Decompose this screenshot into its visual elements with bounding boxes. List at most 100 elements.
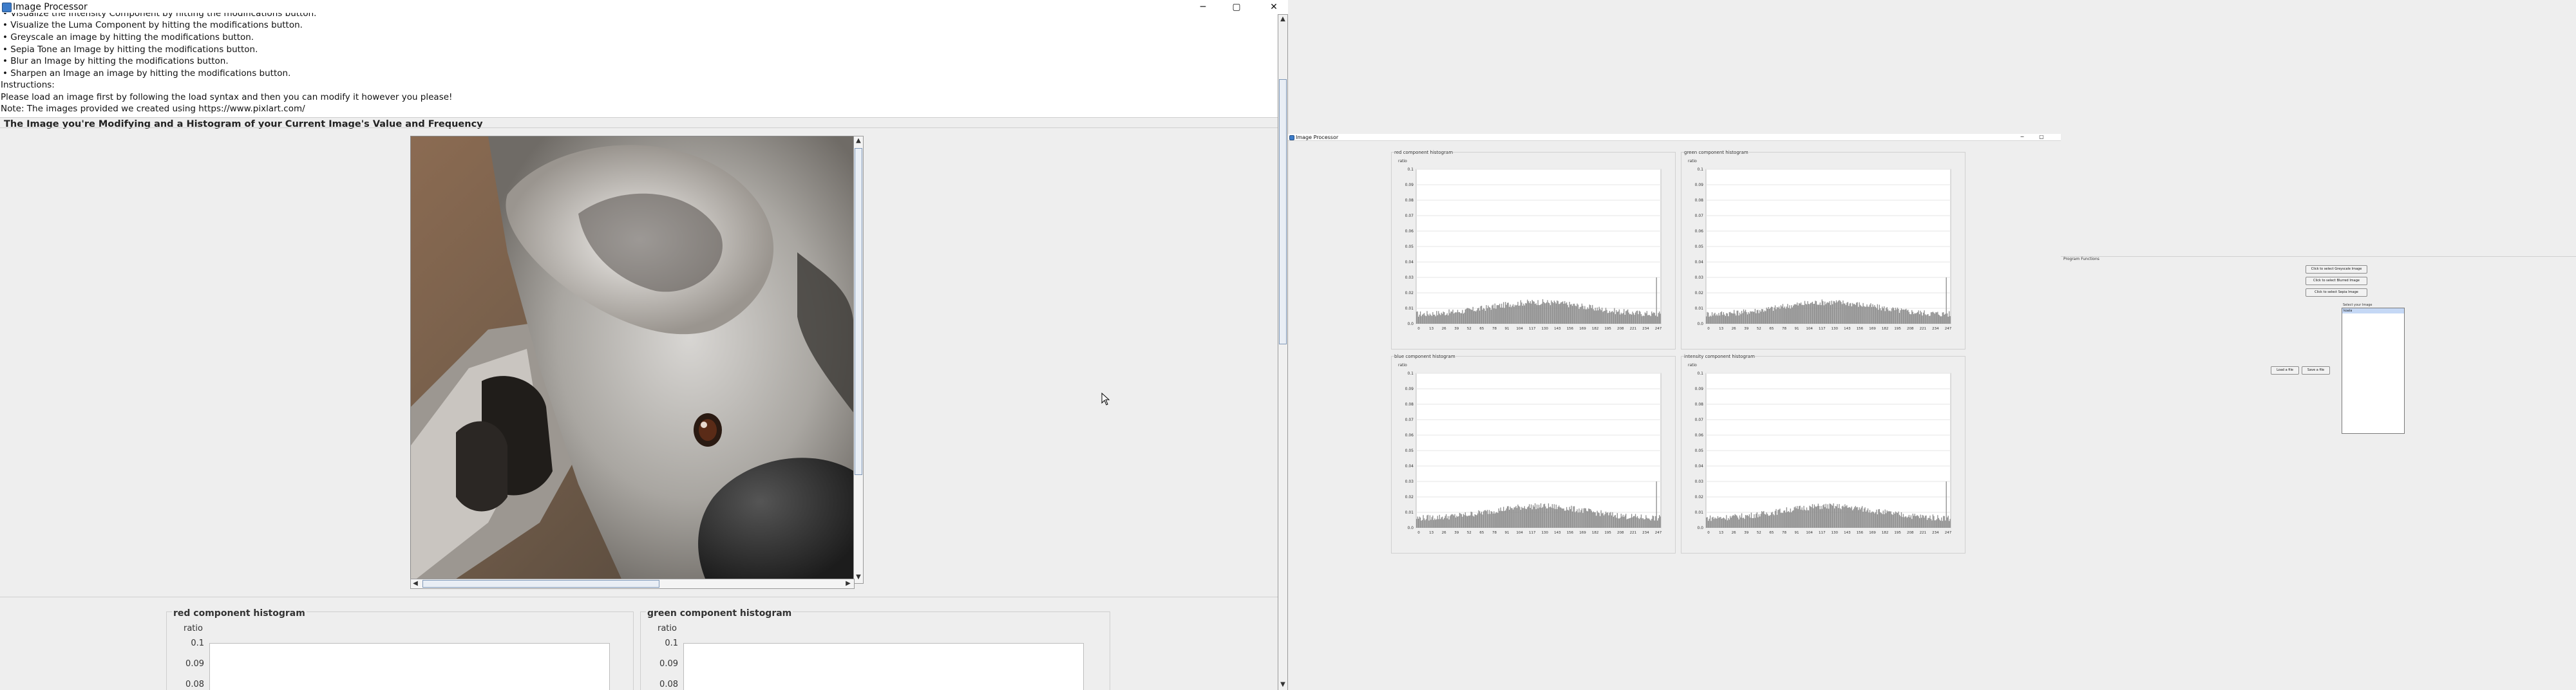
x-tick-label: 208: [1907, 531, 1914, 535]
histogram-bar: [1594, 512, 1595, 528]
histogram-bar: [1468, 516, 1470, 528]
main-scroll-up-icon[interactable]: ▲: [1278, 15, 1287, 24]
image-list-item-selected[interactable]: koala: [2342, 308, 2404, 313]
histogram-bar: [1922, 515, 1924, 528]
x-tick-label: 221: [1630, 327, 1637, 331]
histogram-bar: [1946, 277, 1947, 324]
scroll-right-icon[interactable]: ▶: [844, 579, 853, 588]
x-tick-label: 208: [1617, 327, 1624, 331]
load-file-button[interactable]: Load a file: [2271, 366, 2299, 375]
y-tick-label: 0.0: [1407, 322, 1414, 326]
histogram-bar: [1897, 307, 1899, 324]
secondary-title-bar[interactable]: Image Processor ─ ▢: [1288, 134, 2061, 141]
secondary-minimize-button[interactable]: ─: [2016, 134, 2029, 140]
histogram-bar: [1656, 277, 1657, 324]
histogram-bar: [1501, 510, 1502, 528]
histogram-bar: [1649, 315, 1651, 324]
main-vertical-scrollbar[interactable]: ▲ ▼: [1278, 14, 1288, 690]
horizontal-scroll-thumb[interactable]: [422, 580, 659, 588]
histogram-bar: [1426, 311, 1428, 324]
histogram-bar: [1569, 508, 1571, 528]
x-tick-label: 208: [1617, 531, 1624, 535]
blur-button[interactable]: Click to select Blurred Image: [2306, 277, 2367, 285]
x-tick-label: 234: [1932, 327, 1939, 331]
histogram-bar: [1718, 518, 1719, 528]
histogram-bar: [1656, 481, 1657, 528]
histogram-bar: [1605, 308, 1607, 324]
histogram-bar: [1606, 310, 1607, 324]
histogram-bar: [1949, 519, 1951, 528]
histogram-bar: [1584, 508, 1586, 528]
histogram-bar: [1723, 518, 1725, 528]
histogram-bar: [1877, 304, 1878, 324]
histogram-bar: [1459, 312, 1461, 324]
histogram-bar: [1497, 513, 1499, 528]
scroll-down-icon[interactable]: ▼: [854, 573, 863, 582]
minimize-button[interactable]: ─: [1189, 1, 1217, 14]
histogram-bar: [1607, 313, 1609, 324]
histogram-bar: [1575, 511, 1577, 528]
save-file-button[interactable]: Save a file: [2302, 366, 2330, 375]
histogram-bar: [1939, 519, 1940, 528]
histogram-bar: [1815, 507, 1817, 528]
histogram-bar: [1529, 303, 1530, 324]
histogram-bar: [1539, 305, 1540, 324]
histogram-bar: [1935, 312, 1937, 324]
histogram-bar: [1871, 512, 1873, 528]
close-button[interactable]: ✕: [1260, 1, 1288, 14]
histogram-bar: [1439, 514, 1440, 528]
x-tick-label: 234: [1642, 327, 1649, 331]
histogram-bar: [1909, 517, 1911, 528]
maximize-button[interactable]: ▢: [1222, 1, 1251, 14]
histogram-bar: [1477, 513, 1479, 528]
x-tick-label: 91: [1505, 531, 1510, 535]
y-tick-label: 0.07: [1405, 418, 1414, 422]
main-scroll-down-icon[interactable]: ▼: [1278, 680, 1287, 689]
histogram-bar: [1490, 310, 1492, 324]
image-scroll-panel[interactable]: [410, 136, 855, 584]
histogram-bar: [1602, 513, 1604, 528]
histogram-bar: [1495, 308, 1497, 324]
histogram-bar: [1947, 516, 1949, 528]
histogram-bar: [1595, 512, 1596, 528]
histogram-bar: [1893, 308, 1895, 324]
main-vertical-scroll-thumb[interactable]: [1279, 79, 1287, 344]
image-list[interactable]: koala: [2342, 308, 2405, 434]
histogram-bar: [1560, 302, 1562, 324]
histogram-bar: [1741, 310, 1743, 324]
histogram-bar: [1462, 516, 1463, 528]
histogram-bar: [1722, 315, 1723, 324]
histogram-bar: [1567, 304, 1568, 324]
histogram-bar: [1933, 516, 1935, 528]
y-tick-label: 0.04: [1405, 464, 1414, 469]
histogram-bar: [1761, 511, 1763, 528]
vertical-scroll-thumb[interactable]: [855, 148, 862, 475]
histogram-bar: [1458, 516, 1459, 528]
y-tick-label: 0.07: [1695, 418, 1704, 422]
histogram-bar: [1575, 306, 1577, 324]
x-tick-label: 117: [1529, 327, 1536, 331]
histogram-bar: [1728, 519, 1730, 528]
greyscale-button[interactable]: Click to select Greyscale Image: [2306, 265, 2367, 274]
histogram-bar: [1790, 508, 1791, 528]
histogram-bar: [1438, 311, 1439, 324]
x-tick-label: 234: [1642, 531, 1649, 535]
image-vertical-scrollbar[interactable]: ▲ ▼: [853, 136, 864, 584]
histogram-bar: [1720, 312, 1721, 324]
histogram-bar: [1809, 505, 1810, 528]
scroll-up-icon[interactable]: ▲: [854, 136, 863, 145]
histogram-bar: [1842, 300, 1844, 324]
image-horizontal-scrollbar[interactable]: ◀ ▶: [410, 579, 855, 589]
secondary-maximize-button[interactable]: ▢: [2035, 134, 2048, 140]
sepia-button[interactable]: Click to select Sepia Image: [2306, 288, 2367, 297]
histogram-bar: [1643, 315, 1645, 324]
histogram-bar: [1793, 510, 1794, 528]
histogram-bar: [1507, 506, 1508, 528]
histogram-bar: [1428, 520, 1430, 528]
histogram-bar: [1766, 307, 1767, 324]
histogram-bar: [1721, 311, 1723, 324]
scroll-left-icon[interactable]: ◀: [411, 579, 420, 588]
histogram-bar: [1878, 509, 1879, 528]
histogram-bar: [1612, 311, 1613, 324]
x-tick-label: 130: [1832, 531, 1839, 535]
